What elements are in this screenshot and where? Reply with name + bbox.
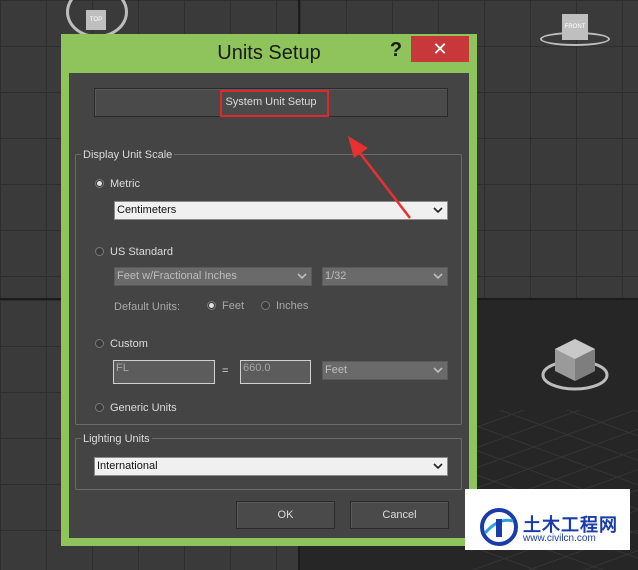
chevron-down-icon bbox=[433, 463, 443, 470]
us-standard-units-value: Feet w/Fractional Inches bbox=[117, 270, 237, 282]
default-units-label: Default Units: bbox=[114, 301, 181, 313]
custom-radio[interactable] bbox=[95, 339, 104, 348]
default-units-feet-label: Feet bbox=[222, 300, 245, 312]
default-units-inches-radio[interactable] bbox=[261, 301, 270, 310]
default-units-feet-radio[interactable] bbox=[207, 301, 216, 310]
watermark: 土木工程网 www.civilcn.com bbox=[465, 489, 630, 550]
lighting-units-label: Lighting Units bbox=[81, 432, 152, 446]
generic-units-label: Generic Units bbox=[110, 402, 177, 414]
custom-label: Custom bbox=[110, 338, 148, 350]
help-button[interactable]: ? bbox=[386, 37, 406, 63]
units-setup-dialog: Units Setup ? ✕ System Unit Setup Displa… bbox=[61, 34, 477, 546]
ok-button[interactable]: OK bbox=[236, 501, 335, 529]
viewcube-cube-icon bbox=[541, 339, 609, 391]
chevron-down-icon bbox=[433, 273, 443, 280]
display-unit-scale-label: Display Unit Scale bbox=[81, 148, 175, 162]
generic-units-radio[interactable] bbox=[95, 403, 104, 412]
close-button[interactable]: ✕ bbox=[411, 36, 469, 62]
system-unit-setup-button[interactable]: System Unit Setup bbox=[94, 88, 448, 117]
lighting-units-value: International bbox=[97, 460, 158, 472]
equals-label: = bbox=[222, 365, 229, 377]
custom-name-input[interactable]: FL bbox=[113, 360, 215, 384]
civilcn-logo-icon bbox=[480, 508, 518, 546]
viewcube-front[interactable]: FRONT bbox=[540, 8, 610, 48]
viewcube-perspective[interactable] bbox=[540, 335, 610, 395]
chevron-down-icon bbox=[297, 273, 307, 280]
custom-unit-value: Feet bbox=[325, 364, 348, 376]
annotation-arrow-icon bbox=[348, 136, 411, 219]
custom-unit-dropdown[interactable]: Feet bbox=[322, 361, 448, 380]
us-standard-label: US Standard bbox=[110, 246, 173, 258]
metric-radio[interactable] bbox=[95, 179, 104, 188]
viewcube-face: FRONT bbox=[562, 14, 588, 40]
custom-value-input[interactable]: 660.0 bbox=[240, 360, 311, 384]
cancel-button[interactable]: Cancel bbox=[350, 501, 449, 529]
us-standard-units-dropdown[interactable]: Feet w/Fractional Inches bbox=[114, 267, 312, 286]
watermark-url: www.civilcn.com bbox=[523, 533, 596, 544]
metric-units-value: Centimeters bbox=[117, 204, 177, 216]
default-units-inches-label: Inches bbox=[276, 300, 309, 312]
chevron-down-icon bbox=[433, 207, 443, 214]
chevron-down-icon bbox=[433, 367, 443, 374]
viewcube-face: TOP bbox=[86, 10, 106, 30]
metric-label: Metric bbox=[110, 178, 140, 190]
fraction-value: 1/32 bbox=[325, 270, 347, 282]
us-standard-radio[interactable] bbox=[95, 247, 104, 256]
fraction-dropdown[interactable]: 1/32 bbox=[322, 267, 448, 286]
lighting-units-dropdown[interactable]: International bbox=[94, 457, 448, 476]
